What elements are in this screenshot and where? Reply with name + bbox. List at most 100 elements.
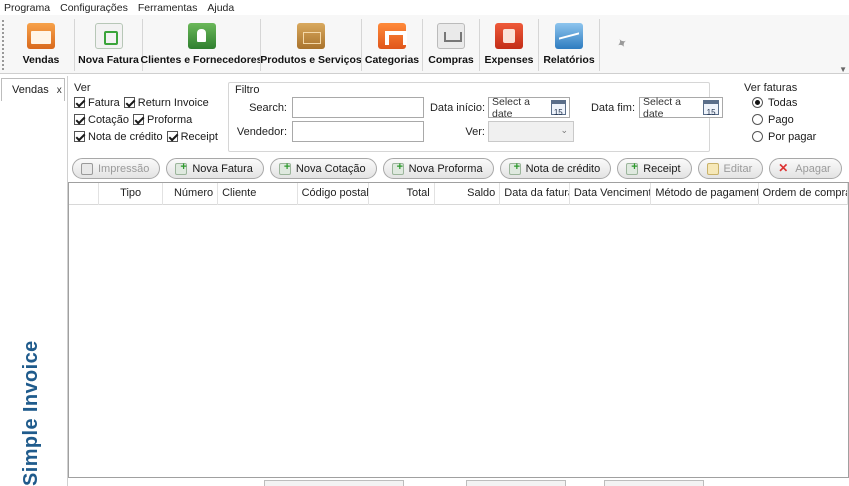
checkbox-icon[interactable]: [74, 97, 85, 108]
main-toolbar: Vendas Nova Fatura Clientes e Fornecedor…: [0, 15, 849, 74]
filtro-group-title: Filtro: [235, 84, 260, 96]
add-icon: [278, 161, 291, 175]
check-receipt[interactable]: Receipt: [166, 128, 218, 145]
column-header-metodo-pagamento[interactable]: Método de pagamento: [651, 183, 759, 205]
check-return-invoice[interactable]: Return Invoice: [123, 94, 209, 111]
checkbox-icon[interactable]: [132, 114, 144, 125]
add-icon: [391, 161, 404, 175]
toolbar-expenses-label: Expenses: [484, 54, 534, 66]
radio-por-pagar[interactable]: Por pagar: [752, 128, 822, 145]
ver-faturas-title: Ver faturas: [744, 82, 798, 94]
receipt-label: Receipt: [643, 162, 681, 175]
menu-ferramentas[interactable]: Ferramentas: [133, 1, 203, 15]
ver-group-title: Ver: [74, 82, 91, 94]
toolbar-separator: [599, 19, 600, 71]
tab-vendas-label: Vendas: [12, 84, 49, 96]
products-icon: [297, 23, 325, 49]
check-nota-credito-label: Nota de crédito: [88, 130, 163, 143]
toolbar-relatorios-label: Relatórios: [543, 54, 595, 66]
plugin-icon[interactable]: ✦: [613, 32, 632, 52]
nova-cotacao-label: Nova Cotação: [295, 162, 366, 175]
summary-bar: [68, 478, 849, 486]
editar-button[interactable]: Editar: [697, 158, 764, 179]
column-header-ordem-compra[interactable]: Ordem de compra: [759, 183, 848, 205]
column-header-total[interactable]: Total: [369, 183, 435, 205]
checkbox-icon[interactable]: [123, 97, 135, 108]
nova-fatura-label: Nova Fatura: [192, 162, 253, 175]
impressao-button[interactable]: Impressão: [72, 158, 161, 179]
toolbar-grip[interactable]: [2, 20, 6, 70]
ver-filter-label: Ver:: [465, 126, 485, 138]
tab-close-icon[interactable]: x: [57, 85, 62, 96]
toolbar-clientes-button[interactable]: Clientes e Fornecedores: [140, 15, 263, 73]
calendar-icon[interactable]: 15: [550, 100, 566, 117]
toolbar-produtos-button[interactable]: Produtos e Serviços: [260, 15, 362, 73]
nova-cotacao-button[interactable]: Nova Cotação: [269, 158, 377, 179]
menu-ajuda[interactable]: Ajuda: [202, 1, 239, 15]
check-receipt-label: Receipt: [180, 130, 218, 143]
nova-fatura-button[interactable]: Nova Fatura: [166, 158, 264, 179]
data-inicio-picker[interactable]: Select a date 15: [488, 96, 570, 120]
toolbar-nova-fatura-label: Nova Fatura: [78, 54, 139, 66]
nota-credito-button[interactable]: Nota de crédito: [499, 158, 612, 179]
check-cotacao-label: Cotação: [88, 113, 129, 126]
action-bar: Impressão Nova Fatura Nova Cotação Nova …: [72, 158, 848, 179]
sales-icon: [27, 23, 55, 49]
check-nota-credito[interactable]: Nota de crédito: [74, 128, 163, 145]
ver-filter-select[interactable]: ⌄: [488, 121, 574, 142]
checkbox-icon[interactable]: [74, 114, 85, 125]
radio-todas[interactable]: Todas: [752, 94, 822, 111]
radio-pago[interactable]: Pago: [752, 111, 822, 128]
add-icon: [626, 161, 639, 175]
column-header-cliente[interactable]: Cliente: [218, 183, 298, 205]
nova-proforma-button[interactable]: Nova Proforma: [382, 158, 494, 179]
sales-panel: Ver Fatura Return Invoice Cotação Profor…: [68, 76, 849, 486]
toolbar-overflow-icon[interactable]: ▼: [839, 65, 847, 74]
calendar-icon[interactable]: 15: [703, 100, 719, 117]
reports-icon: [555, 23, 583, 49]
edit-icon: [706, 162, 719, 175]
radio-icon[interactable]: [752, 97, 763, 108]
radio-icon[interactable]: [752, 131, 763, 142]
column-header-codigo-postal[interactable]: Código postal: [298, 183, 370, 205]
checkbox-icon[interactable]: [166, 131, 178, 142]
toolbar-vendas-button[interactable]: Vendas: [8, 15, 74, 73]
tab-vendas[interactable]: Vendas x: [1, 78, 65, 101]
summary-field: [604, 480, 704, 486]
toolbar-produtos-label: Produtos e Serviços: [260, 54, 362, 66]
menu-configuracoes[interactable]: Configurações: [55, 1, 133, 15]
column-header-select[interactable]: [69, 183, 99, 205]
radio-icon[interactable]: [752, 114, 763, 125]
toolbar-categorias-button[interactable]: Categorias: [362, 15, 422, 73]
column-header-data-fatura[interactable]: Data da fatura: [500, 183, 570, 205]
data-fim-label: Data fim:: [590, 102, 635, 114]
brand-logo: Simple Invoice: [20, 340, 42, 486]
toolbar-compras-button[interactable]: Compras: [423, 15, 479, 73]
vendedor-input[interactable]: [292, 121, 424, 142]
delete-icon: [778, 161, 790, 175]
check-fatura[interactable]: Fatura: [74, 94, 120, 111]
checkbox-icon[interactable]: [74, 131, 85, 142]
nota-credito-label: Nota de crédito: [525, 162, 601, 175]
toolbar-nova-fatura-button[interactable]: Nova Fatura: [75, 15, 142, 73]
column-header-data-vencimento[interactable]: Data Vencimento: [570, 183, 652, 205]
column-header-numero[interactable]: Número: [163, 183, 219, 205]
nova-proforma-label: Nova Proforma: [408, 162, 483, 175]
print-icon: [81, 162, 93, 175]
toolbar-clientes-label: Clientes e Fornecedores: [140, 54, 263, 66]
toolbar-categorias-label: Categorias: [364, 54, 420, 66]
toolbar-relatorios-button[interactable]: Relatórios: [539, 15, 599, 73]
apagar-button[interactable]: Apagar: [769, 158, 842, 179]
toolbar-expenses-button[interactable]: Expenses: [480, 15, 538, 73]
check-proforma[interactable]: Proforma: [132, 111, 192, 128]
contacts-icon: [187, 23, 216, 49]
column-header-tipo[interactable]: Tipo: [99, 183, 164, 205]
data-fim-placeholder: Select a date: [643, 95, 681, 120]
expenses-icon: [495, 23, 523, 49]
check-cotacao[interactable]: Cotação: [74, 111, 129, 128]
data-fim-picker[interactable]: Select a date 15: [639, 95, 723, 120]
menu-programa[interactable]: Programa: [0, 1, 55, 15]
column-header-saldo[interactable]: Saldo: [435, 183, 501, 205]
search-input[interactable]: [292, 97, 424, 118]
receipt-button[interactable]: Receipt: [617, 158, 692, 179]
